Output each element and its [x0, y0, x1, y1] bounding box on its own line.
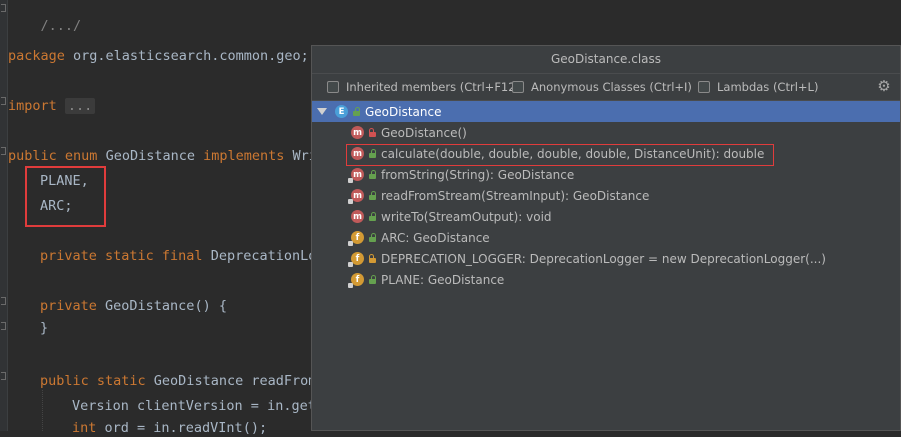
filter-options-bar: Inherited members (Ctrl+F12) Anonymous C…	[312, 74, 900, 100]
gear-icon[interactable]: ⚙	[876, 78, 892, 94]
tree-item-label: GeoDistance()	[381, 125, 467, 140]
option-label: Lambdas (Ctrl+L)	[717, 80, 819, 94]
enum-name: GeoDistance	[97, 148, 204, 164]
code-line: package org.elasticsearch.common.geo;	[8, 47, 309, 65]
tree-item[interactable]: m GeoDistance()	[312, 122, 900, 143]
fold-marker[interactable]	[1, 297, 6, 305]
fold-marker[interactable]	[1, 4, 6, 12]
package-name: org.elasticsearch.common.geo;	[64, 48, 309, 64]
indent-guide	[42, 390, 43, 431]
keyword: public	[8, 148, 57, 164]
code-line: private GeoDistance() {	[40, 297, 227, 315]
code-text: }	[40, 320, 49, 336]
code-line: private static final DeprecationLo	[40, 247, 316, 265]
enum-icon: E	[335, 105, 348, 118]
tree-item[interactable]: f DEPRECATION_LOGGER: DeprecationLogger …	[312, 248, 900, 269]
code-line: int ord = in.readVInt();	[72, 419, 267, 437]
public-access-icon	[368, 233, 376, 242]
keyword: package	[8, 48, 65, 64]
keyword: private static final	[40, 248, 203, 264]
tree-item[interactable]: m readFromStream(StreamInput): GeoDistan…	[312, 185, 900, 206]
static-method-icon: m	[348, 168, 364, 183]
popup-title: GeoDistance.class	[312, 46, 900, 74]
public-access-icon	[368, 275, 376, 284]
public-access-icon	[368, 170, 376, 179]
tree-root-geodistance[interactable]: E GeoDistance	[312, 101, 900, 122]
method-icon: m	[351, 210, 364, 223]
import-fold[interactable]: ...	[64, 98, 96, 114]
highlight-box-calculate	[346, 144, 774, 166]
public-access-icon	[352, 107, 360, 116]
code-line: import ...	[8, 97, 96, 115]
highlight-box-constants	[25, 166, 106, 227]
tree-item-label: ARC: GeoDistance	[381, 230, 490, 245]
chevron-down-icon[interactable]	[317, 108, 327, 115]
code-line: /.../	[8, 0, 82, 53]
tree-root-label: GeoDistance	[365, 104, 442, 119]
option-label: Anonymous Classes (Ctrl+I)	[531, 80, 692, 94]
static-field-icon: f	[348, 273, 364, 288]
keyword: private	[40, 298, 97, 314]
anonymous-classes-option[interactable]: Anonymous Classes (Ctrl+I)	[512, 78, 692, 96]
lambdas-option[interactable]: Lambdas (Ctrl+L)	[698, 78, 818, 96]
keyword: int	[72, 420, 97, 436]
tree-item-label: PLANE: GeoDistance	[381, 272, 505, 287]
private-access-icon	[368, 128, 376, 137]
option-label: Inherited members (Ctrl+F12)	[346, 80, 521, 94]
keyword: public static	[40, 373, 146, 389]
tree-item[interactable]: m writeTo(StreamOutput): void	[312, 206, 900, 227]
public-access-icon	[368, 212, 376, 221]
static-field-icon: f	[348, 252, 364, 267]
code-line: Version clientVersion = in.get	[72, 397, 316, 415]
tree-item[interactable]: f ARC: GeoDistance	[312, 227, 900, 248]
code-text: GeoDistance readFrom	[145, 373, 317, 389]
editor-gutter	[0, 0, 8, 431]
keyword: implements	[203, 148, 285, 164]
tree-item-label: fromString(String): GeoDistance	[381, 167, 575, 182]
fold-marker[interactable]	[1, 372, 6, 380]
inherited-members-option[interactable]: Inherited members (Ctrl+F12)	[327, 78, 520, 96]
public-access-icon	[368, 191, 376, 200]
private-access-icon	[368, 254, 376, 263]
tree-item-label: readFromStream(StreamInput): GeoDistance	[381, 188, 650, 203]
static-field-icon: f	[348, 231, 364, 246]
code-line: }	[40, 319, 48, 337]
keyword: import	[8, 98, 57, 114]
collapsed-header-comment[interactable]: /.../	[41, 18, 82, 34]
lambdas-checkbox[interactable]	[698, 81, 710, 93]
code-line: public static GeoDistance readFrom	[40, 372, 316, 390]
fold-marker[interactable]	[1, 147, 6, 155]
code-line: public enum GeoDistance implements Wri	[8, 147, 317, 165]
tree-item[interactable]: m fromString(String): GeoDistance	[312, 164, 900, 185]
fold-marker[interactable]	[1, 97, 6, 105]
code-text: GeoDistance() {	[96, 298, 227, 314]
code-text: Version clientVersion = in.get	[72, 398, 316, 414]
method-icon: m	[351, 126, 364, 139]
code-text: DeprecationLo	[202, 248, 317, 264]
inherited-members-checkbox[interactable]	[327, 81, 339, 93]
anonymous-classes-checkbox[interactable]	[512, 81, 524, 93]
tree-item[interactable]: f PLANE: GeoDistance	[312, 269, 900, 290]
tree-item-label: DEPRECATION_LOGGER: DeprecationLogger = …	[381, 251, 826, 266]
code-text: ord = in.readVInt();	[96, 420, 268, 436]
fold-marker[interactable]	[1, 322, 6, 330]
file-structure-popup[interactable]: GeoDistance.class Inherited members (Ctr…	[311, 45, 901, 431]
keyword: enum	[64, 148, 98, 164]
tree-item-label: writeTo(StreamOutput): void	[381, 209, 552, 224]
static-method-icon: m	[348, 189, 364, 204]
